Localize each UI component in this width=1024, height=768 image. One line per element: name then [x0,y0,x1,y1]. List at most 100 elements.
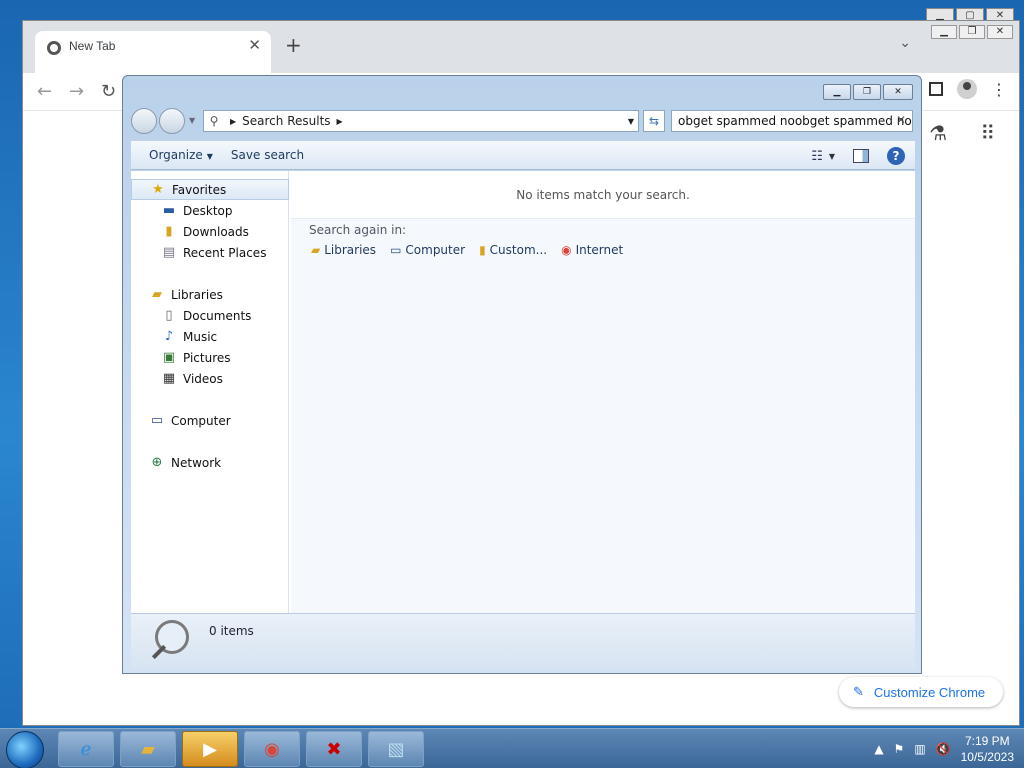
nav-downloads[interactable]: ▮ Downloads [131,221,289,242]
recent-pages-dropdown-icon[interactable]: ▼ [189,116,195,125]
explorer-caption-buttons: ▁ ❐ ✕ [823,84,913,100]
taskbar: ℯ ▰ ▶ ◉ ✖ ▧ ▲ ⚑ ▥ 🔇 7:19 PM 10/5/2023 [0,728,1024,768]
recent-places-icon: ▤ [162,244,176,260]
error-app-taskbar-button[interactable]: ✖ [306,731,362,767]
libraries-group: ▰ Libraries ▯ Documents ♪ Music ▣ Pictur… [131,284,289,389]
help-icon[interactable]: ? [887,147,905,165]
action-center-icon[interactable]: ⚑ [894,742,905,756]
show-hidden-icons-icon[interactable]: ▲ [874,742,883,756]
command-bar: Organize ▼ Save search ☷ ▼ ? [131,140,915,170]
breadcrumb-arrow-icon[interactable]: ▶ [337,117,343,126]
organize-button[interactable]: Organize ▼ [149,148,213,162]
refresh-icon[interactable]: ⇆ [643,110,665,132]
address-dropdown-icon[interactable]: ▼ [628,117,634,126]
results-pane: No items match your search. Search again… [291,171,915,613]
chrome-favicon-icon [47,41,61,55]
system-tray: ▲ ⚑ ▥ 🔇 7:19 PM 10/5/2023 [874,733,1014,765]
search-input[interactable]: obget spammed noobget spammed noobget sp… [671,110,913,132]
search-again-internet[interactable]: ◉ Internet [561,243,623,257]
explorer-window: ▁ ❐ ✕ ▼ ⚲ ▶ Search Results ▶ ▼ ⇆ obget s… [122,75,922,674]
nav-videos[interactable]: ▦ Videos [131,368,289,389]
chrome-taskbar-button[interactable]: ◉ [244,731,300,767]
explorer-close-button[interactable]: ✕ [883,84,913,100]
address-bar[interactable]: ⚲ ▶ Search Results ▶ ▼ [203,110,639,132]
search-again-computer[interactable]: ▭ Computer [390,243,465,257]
nav-documents[interactable]: ▯ Documents [131,305,289,326]
start-button[interactable] [6,731,44,768]
search-query-text: obget spammed noobget spammed noobget sp… [678,114,912,128]
breadcrumb-search-results[interactable]: Search Results [242,114,330,128]
explorer-restore-button[interactable]: ❐ [853,84,881,100]
chevron-down-icon: ▼ [206,152,213,161]
search-again-libraries[interactable]: ▰ Libraries [311,243,376,257]
tab-close-button[interactable]: ✕ [248,36,261,54]
kebab-menu-icon[interactable]: ⋮ [991,80,1007,99]
downloads-folder-icon: ▮ [165,223,173,239]
new-tab-button[interactable]: + [285,33,302,57]
nav-buttons [131,108,185,134]
save-search-button[interactable]: Save search [231,148,304,162]
chrome-restore-button[interactable]: ❐ [959,25,985,39]
explorer-taskbar-button[interactable]: ▰ [120,731,176,767]
network-status-icon[interactable]: ▥ [914,742,925,756]
profile-avatar-icon[interactable] [957,79,977,99]
tab-new-tab[interactable]: New Tab ✕ [35,31,271,73]
side-panel-icon[interactable] [929,82,943,96]
network-icon: ⊕ [151,454,163,470]
nav-pictures-label: Pictures [183,350,231,365]
clock-date: 10/5/2023 [960,750,1014,764]
clock[interactable]: 7:19 PM 10/5/2023 [961,733,1014,765]
explorer-forward-button[interactable] [159,108,185,134]
apps-grid-icon[interactable]: ⠿ [980,121,995,145]
media-player-taskbar-button[interactable]: ▶ [182,731,238,767]
internet-explorer-taskbar-button[interactable]: ℯ [58,731,114,767]
preview-pane-icon[interactable] [853,149,869,163]
search-again-computer-label: Computer [405,243,466,257]
views-dropdown-icon[interactable]: ▼ [829,152,835,161]
computer-icon: ▭ [390,243,402,257]
search-icon: ⚲ [209,114,219,128]
organize-label: Organize [149,148,203,162]
search-again-libraries-label: Libraries [324,243,377,257]
internet-explorer-icon: ℯ [80,738,92,760]
explorer-minimize-button[interactable]: ▁ [823,84,851,100]
libraries-icon: ▰ [311,243,321,257]
nav-libraries[interactable]: ▰ Libraries [131,284,289,305]
pictures-icon: ▣ [162,349,176,365]
folder-icon: ▰ [141,738,155,760]
clear-search-icon[interactable]: ✕ [896,113,906,127]
items-count: 0 items [209,624,254,638]
search-again-label: Search again in: [309,223,407,237]
explorer-body: ★ Favorites ▬ Desktop ▮ Downloads ▤ Rece… [131,171,915,613]
nav-recent-places[interactable]: ▤ Recent Places [131,242,289,263]
tab-search-icon[interactable]: ⌄ [899,35,911,51]
notepad-taskbar-button[interactable]: ▧ [368,731,424,767]
chrome-close-button[interactable]: ✕ [987,25,1013,39]
nav-favorites[interactable]: ★ Favorites [131,179,289,200]
nav-music[interactable]: ♪ Music [131,326,289,347]
nav-network-label: Network [171,455,222,470]
customize-chrome-button[interactable]: ✎ Customize Chrome [839,677,1003,707]
chrome-tabstrip: New Tab ✕ + ⌄ ▁ ❐ ✕ [23,21,1019,73]
nav-computer[interactable]: ▭ Computer [131,410,289,431]
chrome-caption-buttons: ▁ ❐ ✕ [931,25,1013,39]
search-again-custom[interactable]: ▮ Custom... [479,243,547,257]
no-match-message: No items match your search. [291,171,915,219]
labs-flask-icon[interactable]: ⚗ [929,121,947,145]
search-again-custom-label: Custom... [489,243,548,257]
back-arrow-icon[interactable]: ← [37,81,52,102]
computer-icon: ▭ [150,412,164,428]
clock-time: 7:19 PM [964,734,1010,748]
views-icon[interactable]: ☷ [811,149,823,164]
reload-icon[interactable]: ↻ [101,81,116,102]
explorer-back-button[interactable] [131,108,157,134]
nav-desktop[interactable]: ▬ Desktop [131,200,289,221]
chrome-minimize-button[interactable]: ▁ [931,25,957,39]
nav-libraries-label: Libraries [171,287,223,302]
breadcrumb-arrow-icon[interactable]: ▶ [230,117,236,126]
volume-muted-icon[interactable]: 🔇 [936,742,951,756]
media-player-icon: ▶ [203,738,217,760]
nav-pictures[interactable]: ▣ Pictures [131,347,289,368]
nav-network[interactable]: ⊕ Network [131,452,289,473]
forward-arrow-icon[interactable]: → [69,81,84,102]
